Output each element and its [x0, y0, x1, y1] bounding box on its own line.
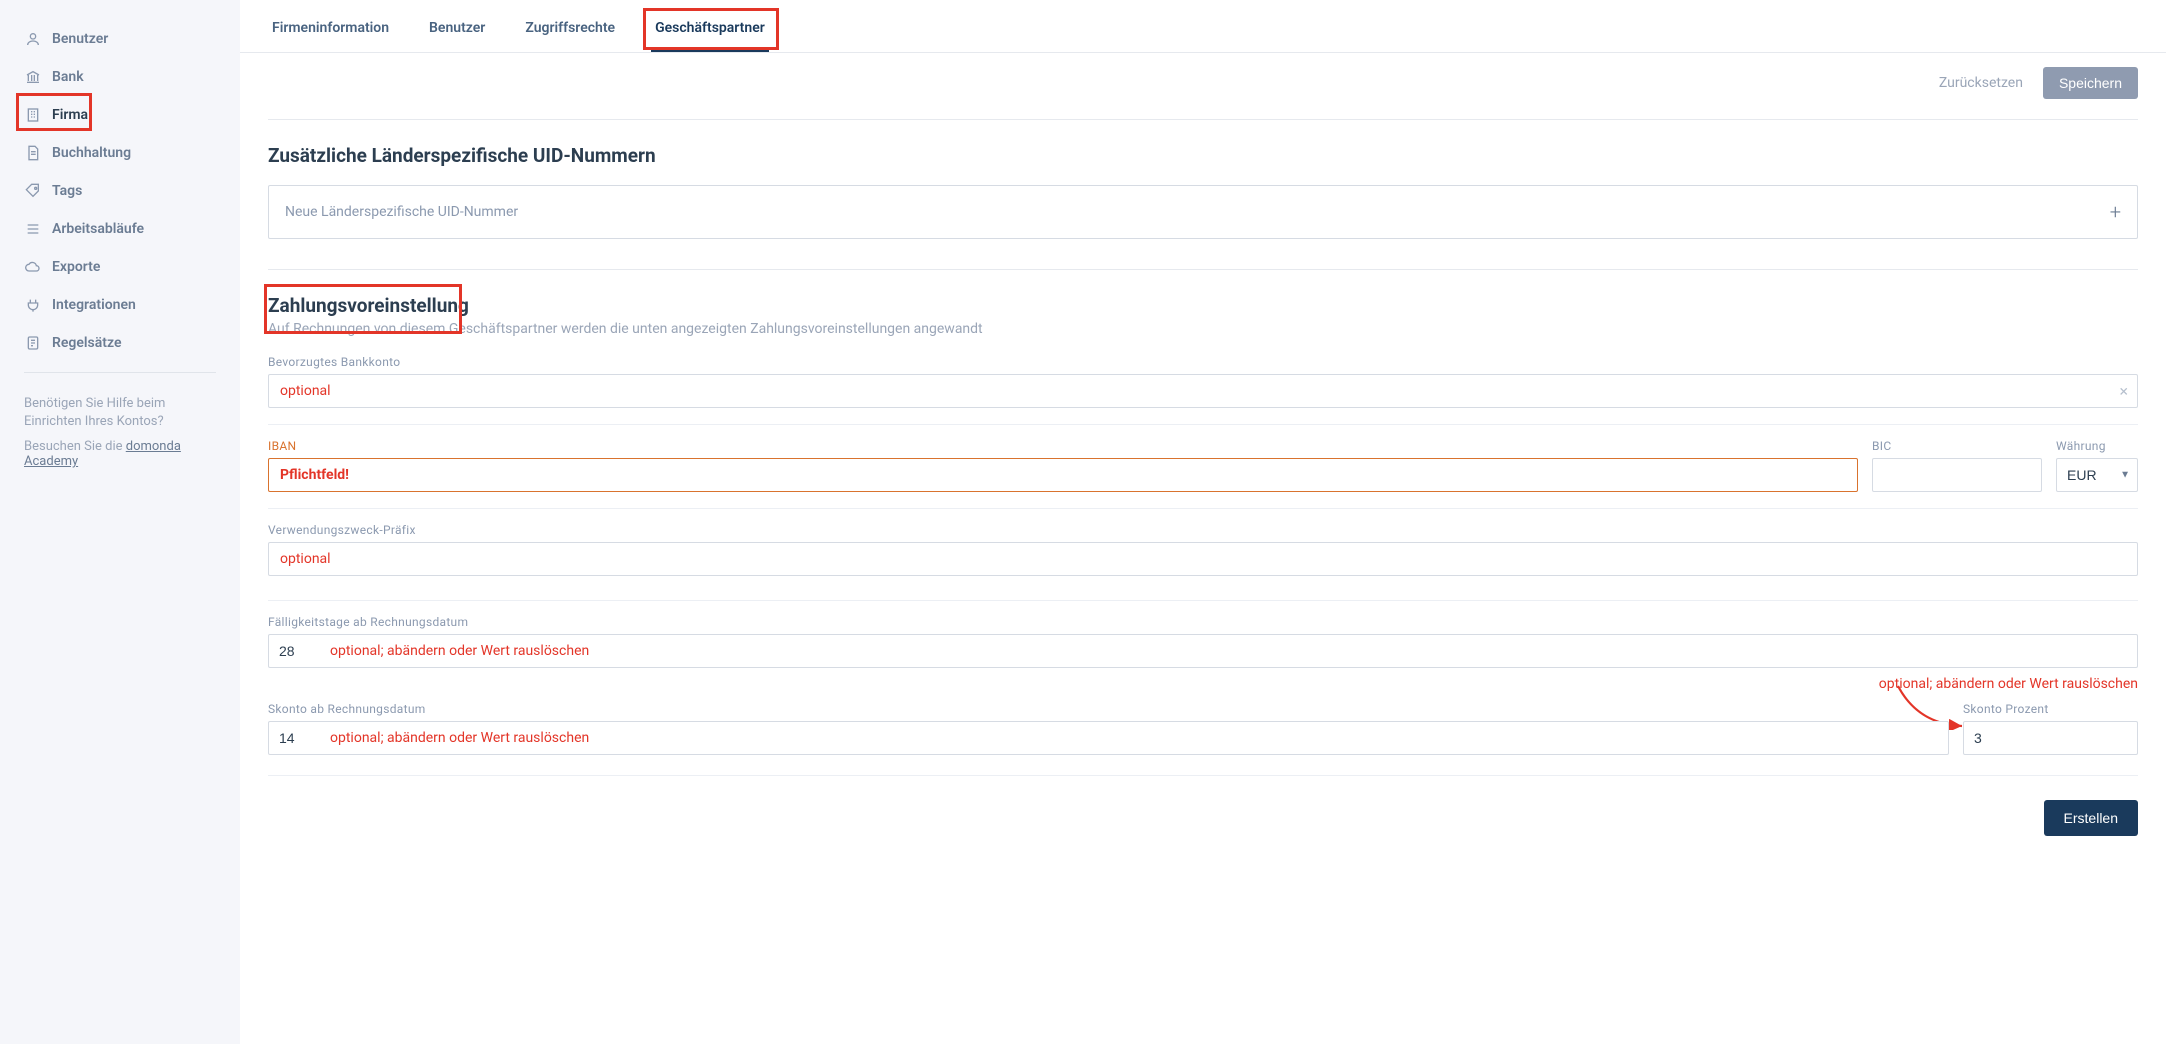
cloud-icon — [24, 258, 42, 276]
sidebar: Benutzer Bank Firma Buchhaltung Tags Arb… — [0, 0, 240, 1044]
sidebar-item-regelsaetze[interactable]: Regelsätze — [0, 324, 240, 362]
reset-button[interactable]: Zurücksetzen — [1939, 75, 2023, 91]
skonto-pct-input[interactable] — [1963, 721, 2138, 755]
thin-divider — [268, 508, 2138, 509]
sidebar-item-label: Arbeitsabläufe — [52, 221, 144, 237]
main: Firmeninformation Benutzer Zugriffsrecht… — [240, 0, 2166, 1044]
sidebar-item-label: Firma — [52, 107, 88, 123]
currency-select[interactable] — [2056, 458, 2138, 492]
sidebar-visit: Besuchen Sie die domonda Academy — [0, 435, 240, 473]
bank-input[interactable] — [268, 374, 2138, 408]
list-icon — [24, 220, 42, 238]
sidebar-item-bank[interactable]: Bank — [0, 58, 240, 96]
sidebar-item-label: Integrationen — [52, 297, 136, 313]
sidebar-item-label: Tags — [52, 183, 82, 199]
tag-icon — [24, 182, 42, 200]
sidebar-item-label: Benutzer — [52, 31, 108, 47]
iban-label: IBAN — [268, 439, 1858, 453]
skonto-date-label: Skonto ab Rechnungsdatum — [268, 702, 1949, 716]
sidebar-item-firma[interactable]: Firma — [0, 96, 240, 134]
sidebar-item-tags[interactable]: Tags — [0, 172, 240, 210]
purpose-label: Verwendungszweck-Präfix — [268, 523, 2138, 537]
create-button[interactable]: Erstellen — [2044, 800, 2138, 836]
purpose-input[interactable] — [268, 542, 2138, 576]
clear-icon[interactable]: × — [2119, 382, 2128, 401]
bic-input[interactable] — [1872, 458, 2042, 492]
thin-divider — [268, 424, 2138, 425]
payment-subtitle: Auf Rechnungen von diesem Geschäftspartn… — [268, 321, 2138, 337]
plus-icon: + — [2110, 200, 2121, 224]
tab-benutzer[interactable]: Benutzer — [425, 0, 489, 52]
document-icon — [24, 144, 42, 162]
sidebar-item-label: Exporte — [52, 259, 100, 275]
uid-section-title: Zusätzliche Länderspezifische UID-Nummer… — [268, 144, 2138, 167]
divider — [268, 269, 2138, 270]
plug-icon — [24, 296, 42, 314]
due-input[interactable] — [268, 634, 2138, 668]
sidebar-item-integrationen[interactable]: Integrationen — [0, 286, 240, 324]
uid-add-row[interactable]: Neue Länderspezifische UID-Nummer + — [268, 185, 2138, 239]
tab-zugriffsrechte[interactable]: Zugriffsrechte — [521, 0, 619, 52]
iban-input[interactable] — [268, 458, 1858, 492]
tab-geschaeftspartner[interactable]: Geschäftspartner — [651, 0, 769, 52]
sidebar-item-label: Bank — [52, 69, 84, 85]
uid-add-label: Neue Länderspezifische UID-Nummer — [285, 204, 518, 220]
sidebar-item-exporte[interactable]: Exporte — [0, 248, 240, 286]
skonto-date-input[interactable] — [268, 721, 1949, 755]
save-button[interactable]: Speichern — [2043, 67, 2138, 99]
topbar: Zurücksetzen Speichern — [240, 53, 2166, 119]
user-icon — [24, 30, 42, 48]
payment-title: Zahlungsvoreinstellung — [268, 294, 2138, 317]
sidebar-item-buchhaltung[interactable]: Buchhaltung — [0, 134, 240, 172]
due-label: Fälligkeitstage ab Rechnungsdatum — [268, 615, 2138, 629]
sidebar-item-label: Buchhaltung — [52, 145, 131, 161]
skonto-top-annot: optional; abändern oder Wert rauslöschen — [1879, 676, 2138, 692]
divider — [268, 119, 2138, 120]
sidebar-item-arbeitsablaeufe[interactable]: Arbeitsabläufe — [0, 210, 240, 248]
building-icon — [24, 106, 42, 124]
bank-label: Bevorzugtes Bankkonto — [268, 355, 2138, 369]
tab-firmeninformation[interactable]: Firmeninformation — [268, 0, 393, 52]
sidebar-help-text: Benötigen Sie Hilfe beim Einrichten Ihre… — [0, 383, 240, 435]
skonto-pct-label: Skonto Prozent — [1963, 702, 2138, 716]
bank-icon — [24, 68, 42, 86]
sidebar-separator — [24, 372, 216, 373]
sidebar-item-label: Regelsätze — [52, 335, 122, 351]
bic-label: BIC — [1872, 439, 2042, 453]
currency-label: Währung — [2056, 439, 2138, 453]
sidebar-item-benutzer[interactable]: Benutzer — [0, 20, 240, 58]
thin-divider — [268, 600, 2138, 601]
thin-divider — [268, 775, 2138, 776]
tabs: Firmeninformation Benutzer Zugriffsrecht… — [240, 0, 2166, 53]
content: Zusätzliche Länderspezifische UID-Nummer… — [240, 119, 2166, 876]
rules-icon — [24, 334, 42, 352]
